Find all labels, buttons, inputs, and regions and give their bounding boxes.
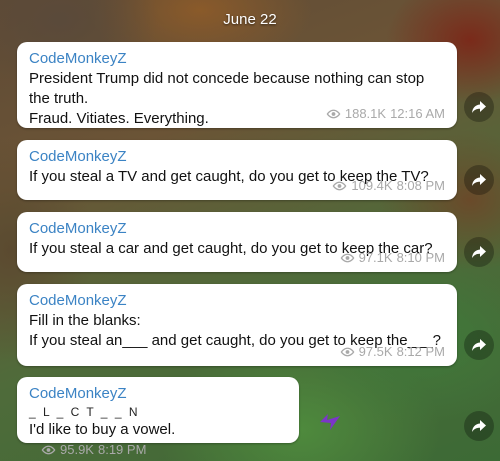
purple-lightning-icon — [320, 414, 340, 430]
eye-icon — [326, 109, 341, 118]
message-author[interactable]: CodeMonkeyZ — [29, 384, 287, 404]
message-time: 8:12 PM — [396, 344, 445, 359]
share-arrow-icon — [472, 420, 486, 432]
share-arrow-icon — [472, 339, 486, 351]
message-text: I'd like to buy a vowel. — [29, 421, 176, 438]
message-time: 8:19 PM — [97, 442, 147, 457]
message-text: _ L _ C T _ _ N — [29, 405, 140, 419]
eye-icon — [41, 445, 56, 455]
view-count: 97.5K — [358, 344, 393, 359]
message-meta: 95.9K 8:19 PM — [41, 440, 146, 460]
share-button[interactable] — [464, 237, 494, 267]
message-author[interactable]: CodeMonkeyZ — [29, 219, 445, 239]
date-separator: June 22 — [223, 11, 277, 28]
message-time: 8:10 PM — [396, 250, 445, 265]
share-button[interactable] — [464, 92, 494, 122]
message-text: President Trump did not concede because … — [29, 70, 425, 107]
message-bubble[interactable]: CodeMonkeyZ If you steal a car and get c… — [17, 212, 457, 272]
message-time: 12:16 AM — [390, 106, 445, 121]
message-meta: 97.1K 8:10 PM — [340, 250, 445, 265]
eye-icon — [340, 347, 354, 356]
message-bubble[interactable]: CodeMonkeyZ _ L _ C T _ _ N I'd like to … — [17, 377, 299, 457]
share-arrow-icon — [472, 101, 486, 113]
eye-icon — [340, 253, 354, 262]
message-text: Fill in the blanks: — [29, 312, 141, 329]
message-meta: 188.1K 12:16 AM — [326, 106, 445, 121]
message-bubble[interactable]: CodeMonkeyZ If you steal a TV and get ca… — [17, 140, 457, 200]
message-meta: 109.4K 8:08 PM — [332, 178, 445, 193]
share-arrow-icon — [472, 246, 486, 258]
eye-icon — [333, 181, 347, 190]
share-arrow-icon — [472, 174, 486, 186]
view-count: 95.9K — [60, 442, 94, 457]
message-author[interactable]: CodeMonkeyZ — [29, 147, 445, 167]
message-bubble[interactable]: CodeMonkeyZ President Trump did not conc… — [17, 42, 457, 128]
share-button[interactable] — [464, 330, 494, 360]
message-meta: 97.5K 8:12 PM — [340, 344, 445, 359]
view-count: 109.4K — [351, 178, 393, 193]
message-time: 8:08 PM — [396, 178, 445, 193]
share-button[interactable] — [464, 411, 494, 441]
message-author[interactable]: CodeMonkeyZ — [29, 49, 445, 69]
chat-background: { "date_label": "June 22", "messages": [… — [0, 0, 500, 461]
view-count: 97.1K — [358, 250, 393, 265]
message-bubble[interactable]: CodeMonkeyZ Fill in the blanks: If you s… — [17, 284, 457, 366]
message-text-row: I'd like to buy a vowel. 95.9K 8:19 PM — [29, 420, 287, 461]
message-author[interactable]: CodeMonkeyZ — [29, 291, 445, 311]
view-count: 188.1K — [344, 106, 387, 121]
share-button[interactable] — [464, 165, 494, 195]
